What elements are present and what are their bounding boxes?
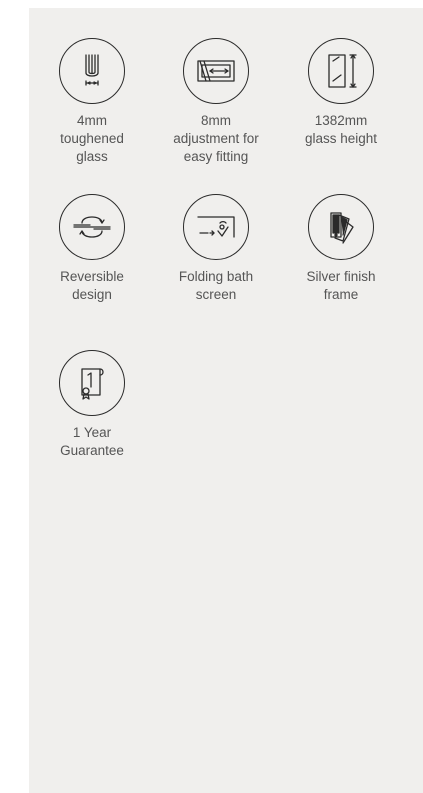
folding-screen-icon — [183, 194, 249, 260]
glass-thickness-icon — [59, 38, 125, 104]
feature-label: 1382mm glass height — [304, 113, 378, 146]
adjustment-icon — [183, 38, 249, 104]
feature-label: 4mm toughened glass — [60, 113, 124, 164]
feature-label: 8mm adjustment for easy fitting — [173, 113, 259, 164]
feature-reversible: Reversible design — [32, 194, 152, 304]
guarantee-certificate-icon — [59, 350, 125, 416]
features-panel: 4mm toughened glass 8mm adjustment for e… — [29, 8, 423, 793]
finish-swatch-icon — [308, 194, 374, 260]
feature-label: Folding bath screen — [178, 269, 254, 302]
feature-toughened-glass: 4mm toughened glass — [32, 38, 152, 166]
reversible-icon — [59, 194, 125, 260]
feature-guarantee: 1 Year Guarantee — [32, 350, 152, 460]
feature-silver-finish: Silver finish frame — [281, 194, 401, 304]
feature-label: Reversible design — [60, 269, 124, 302]
feature-folding-screen: Folding bath screen — [156, 194, 276, 304]
feature-glass-height: 1382mm glass height — [281, 38, 401, 148]
feature-label: 1 Year Guarantee — [60, 425, 124, 458]
feature-adjustment: 8mm adjustment for easy fitting — [156, 38, 276, 166]
feature-label: Silver finish frame — [306, 269, 376, 302]
glass-height-icon — [308, 38, 374, 104]
